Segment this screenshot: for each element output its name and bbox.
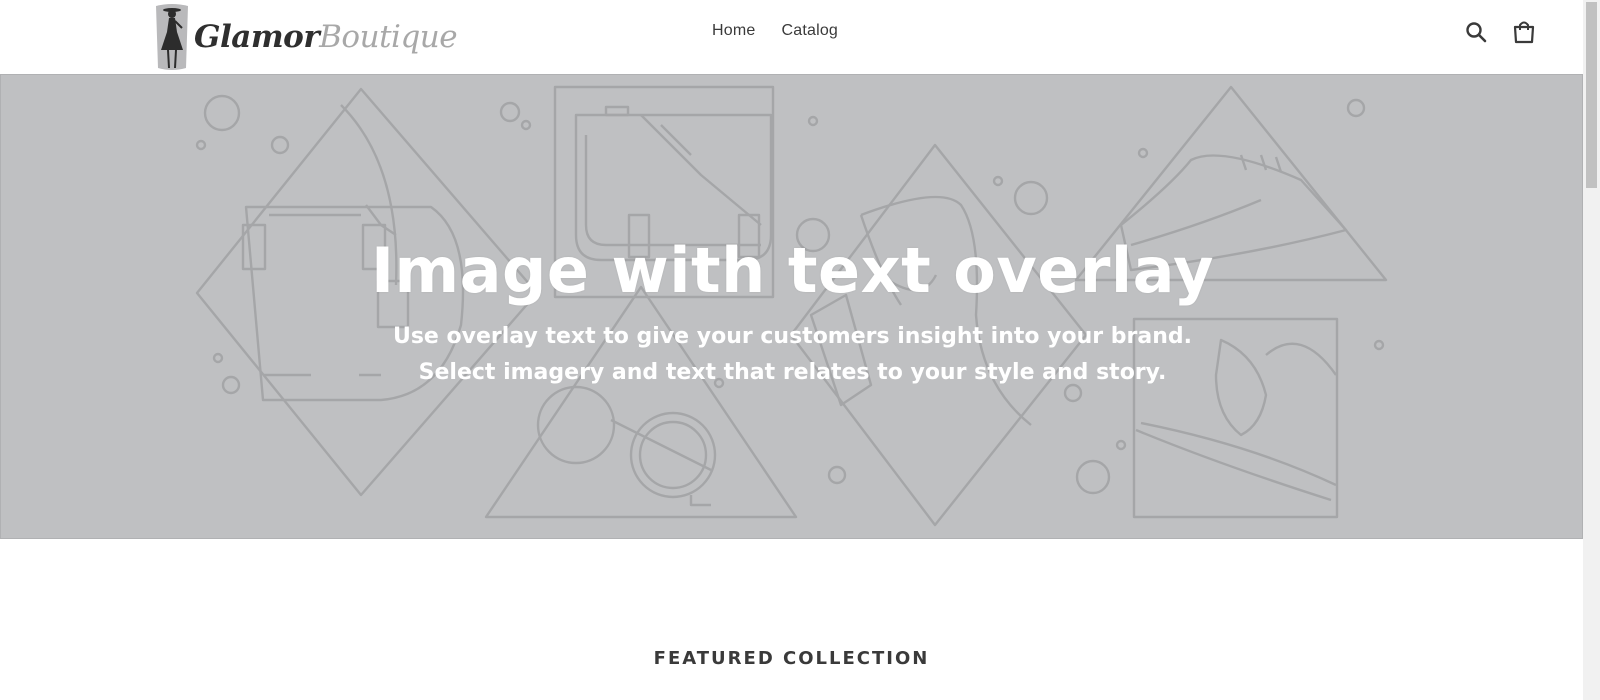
hero-subtitle-line-2: Select imagery and text that relates to …	[418, 360, 1167, 385]
site-header: Glamor Boutique Home Catalog	[0, 0, 1583, 74]
cart-button[interactable]	[1511, 19, 1537, 45]
hero-text-overlay: Image with text overlay Use overlay text…	[1, 234, 1582, 391]
header-icons	[1463, 19, 1537, 45]
search-icon	[1466, 22, 1487, 43]
page-scrollbar[interactable]	[1583, 0, 1600, 700]
logo-word-glamor: Glamor	[194, 19, 320, 55]
hero-subtitle: Use overlay text to give your customers …	[1, 319, 1582, 391]
cart-icon	[1513, 21, 1535, 44]
nav-catalog-link[interactable]: Catalog	[781, 22, 838, 40]
boutique-lady-icon	[156, 4, 188, 70]
logo-word-boutique: Boutique	[319, 19, 458, 55]
search-button[interactable]	[1463, 19, 1489, 45]
hero-banner: Image with text overlay Use overlay text…	[0, 74, 1583, 539]
hero-title: Image with text overlay	[370, 234, 1215, 307]
page: Glamor Boutique Home Catalog Image with …	[0, 0, 1583, 700]
featured-collection-title: FEATURED COLLECTION	[653, 648, 930, 669]
hero-subtitle-line-1: Use overlay text to give your customers …	[392, 324, 1193, 349]
main-nav: Home Catalog	[712, 22, 838, 40]
nav-home-link[interactable]: Home	[712, 22, 755, 40]
logo-link[interactable]: Glamor Boutique	[152, 2, 462, 72]
scrollbar-thumb[interactable]	[1586, 2, 1597, 188]
